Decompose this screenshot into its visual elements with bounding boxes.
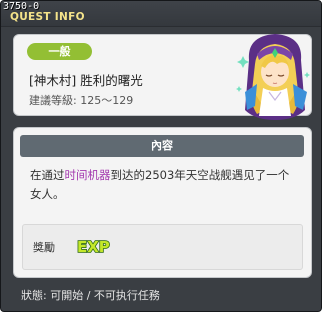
window-title: QUEST INFO xyxy=(10,11,85,23)
title-bar[interactable]: 3750-0 QUEST INFO xyxy=(1,1,321,27)
quest-content-panel: 內容 在通过时间机器到达的2503年天空战舰遇见了一个女人。 獎勵 EXP xyxy=(13,127,312,278)
quest-type-badge: 一般 xyxy=(27,43,92,60)
description-text: 在通过 xyxy=(30,168,65,182)
recommended-level: 建議等級: 125～129 xyxy=(29,94,134,107)
exp-text: EXP xyxy=(77,238,110,256)
description-highlight: 时间机器 xyxy=(64,168,111,182)
quest-description: 在通过时间机器到达的2503年天空战舰遇见了一个女人。 xyxy=(30,166,300,204)
quest-name: [神木村] 胜利的曙光 xyxy=(29,73,143,88)
quest-header-panel: 一般 [神木村] 胜利的曙光 建議等級: 125～129 xyxy=(13,34,312,120)
reward-label: 獎勵 xyxy=(33,241,55,254)
title-divider xyxy=(1,26,321,27)
reward-box: 獎勵 EXP xyxy=(22,224,303,270)
content-header: 內容 xyxy=(20,135,304,157)
npc-portrait-icon xyxy=(236,34,310,120)
quest-status: 狀態: 可開始 / 不可执行任務 xyxy=(21,289,160,302)
quest-info-window: 3750-0 QUEST INFO 一般 [神木村] 胜利的曙光 建議等級: 1… xyxy=(0,0,322,312)
exp-icon[interactable]: EXP xyxy=(75,235,117,257)
